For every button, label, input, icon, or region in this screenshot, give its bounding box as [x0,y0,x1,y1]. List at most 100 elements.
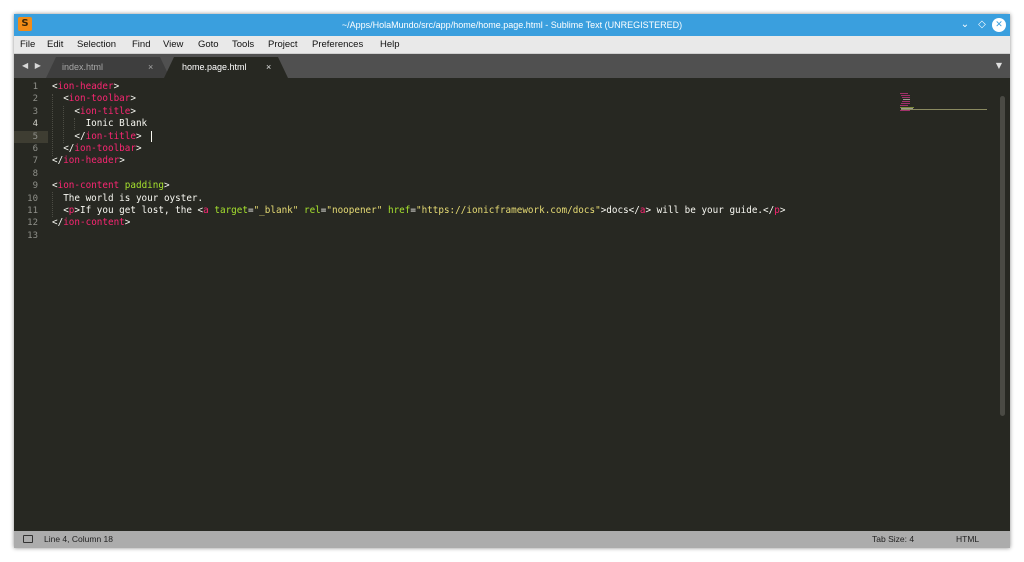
indent-guide [52,192,53,217]
menu-tools[interactable]: Tools [232,36,254,53]
string-token: "noopener" [326,205,383,216]
line-number: 11 [27,206,38,216]
tag-token: ion-content [57,180,120,192]
tag-token: ion-header [63,155,120,167]
string-token: "_blank" [253,205,299,216]
menu-view[interactable]: View [163,36,183,53]
tab-close-icon[interactable]: × [266,57,271,78]
line-number: 10 [27,193,38,204]
string-token: "https://ionicframework.com/docs" [415,205,601,216]
minimap-line [902,97,910,98]
minimap-line [900,110,910,111]
text-token: Ionic Blank [52,118,148,130]
minimap-line [901,95,910,96]
text-token: < [52,105,80,117]
code-line[interactable]: Ionic Blank [52,118,148,130]
line-number: 13 [27,230,38,241]
attribute-token: rel [303,205,321,216]
line-number: 5 [32,131,38,142]
text-token: > [124,217,131,229]
text-token: > [130,105,136,117]
code-line[interactable]: </ion-content> [52,217,130,229]
minimap-line [900,105,908,106]
code-line[interactable]: <p>If you get lost, the <a target="_blan… [52,205,785,217]
attribute-token: href [387,205,411,216]
minimap-line [901,109,987,110]
indent-guide [63,106,64,143]
text-token: </ [52,143,75,154]
menu-find[interactable]: Find [132,36,150,53]
text-cursor [151,131,152,142]
line-number-gutter: 1 2 3 4 5 6 7 8 9 10 11 12 13 [14,78,46,531]
minimap-line [900,93,908,94]
menu-selection[interactable]: Selection [77,36,116,53]
text-token: > [130,93,136,105]
code-line[interactable]: <ion-toolbar> [52,93,136,105]
text-token: </ [52,217,64,229]
text-token: < [52,205,69,216]
menu-file[interactable]: File [20,36,35,53]
title-bar[interactable]: S ~/Apps/HolaMundo/src/app/home/home.pag… [14,14,1010,36]
text-token: >If you get lost, the < [74,205,204,216]
code-line[interactable]: The world is your oyster. [52,193,203,205]
sublime-window: S ~/Apps/HolaMundo/src/app/home/home.pag… [14,14,1010,548]
tab-bar: ◀ ▶ index.html × home.page.html × ▼ [14,54,1010,78]
minimap-line [903,99,910,100]
tab-index-html[interactable]: index.html × [46,57,170,78]
tag-token: ion-header [57,81,114,92]
cursor-position: Line 4, Column 18 [44,534,113,544]
line-number: 3 [32,106,38,117]
text-token: > [163,180,170,192]
text-token: </ [52,155,64,167]
menu-help[interactable]: Help [380,36,400,53]
menu-preferences[interactable]: Preferences [312,36,363,53]
tab-overflow-chevron-icon[interactable]: ▼ [996,54,1002,78]
menu-project[interactable]: Project [268,36,298,53]
line-number: 7 [32,156,38,167]
text-token: > [113,81,120,92]
text-token: </ [52,130,86,142]
code-line[interactable]: </ion-toolbar> [52,143,142,155]
tab-size-indicator[interactable]: Tab Size: 4 [872,531,914,548]
panel-toggle-icon[interactable] [23,535,33,543]
tab-close-icon[interactable]: × [148,57,153,78]
text-token: < [52,93,69,105]
status-bar: Line 4, Column 18 Tab Size: 4 HTML [14,531,1010,548]
tag-token: ion-title [80,105,131,117]
text-token: > will be your guide.</ [645,205,775,216]
line-number: 9 [32,181,38,192]
tag-token: ion-content [63,217,125,229]
menu-goto[interactable]: Goto [198,36,219,53]
menu-bar: File Edit Selection Find View Goto Tools… [14,36,1010,54]
indent-guide [74,118,75,130]
menu-edit[interactable]: Edit [47,36,63,53]
close-button[interactable]: ✕ [992,18,1006,32]
text-token: >docs</ [600,205,640,216]
text-token: > [135,143,142,154]
text-token: > [779,205,786,216]
maximize-button[interactable]: ◇ [975,18,989,32]
indent-guide [52,94,53,156]
syntax-indicator[interactable]: HTML [956,531,979,548]
code-line[interactable]: <ion-title> [52,106,136,118]
minimap[interactable] [894,92,989,112]
line-number: 12 [27,218,38,229]
code-line[interactable]: <ion-content padding> [52,180,170,192]
line-number: 4 [32,119,38,130]
window-title: ~/Apps/HolaMundo/src/app/home/home.page.… [341,20,683,30]
attribute-token: target [214,205,248,216]
text-token: > [119,155,125,167]
vertical-scrollbar[interactable] [1000,96,1005,416]
tab-label: index.html [62,62,104,72]
tab-nav-arrows-icon[interactable]: ◀ ▶ [22,54,43,78]
code-line[interactable]: </ion-header> [52,155,125,167]
tab-home-page-html[interactable]: home.page.html × [164,57,288,78]
tag-token: ion-toolbar [68,93,131,105]
minimize-button[interactable]: ⌄ [958,18,972,32]
tab-label: home.page.html [182,62,247,72]
code-line[interactable]: </ion-title> [52,130,142,143]
tag-token: ion-toolbar [74,143,136,154]
code-line[interactable]: <ion-header> [52,81,119,93]
code-editor[interactable]: 1 2 3 4 5 6 7 8 9 10 11 12 13 <ion-header> <ion-tool… [14,78,1010,531]
text-token: > [135,130,142,142]
